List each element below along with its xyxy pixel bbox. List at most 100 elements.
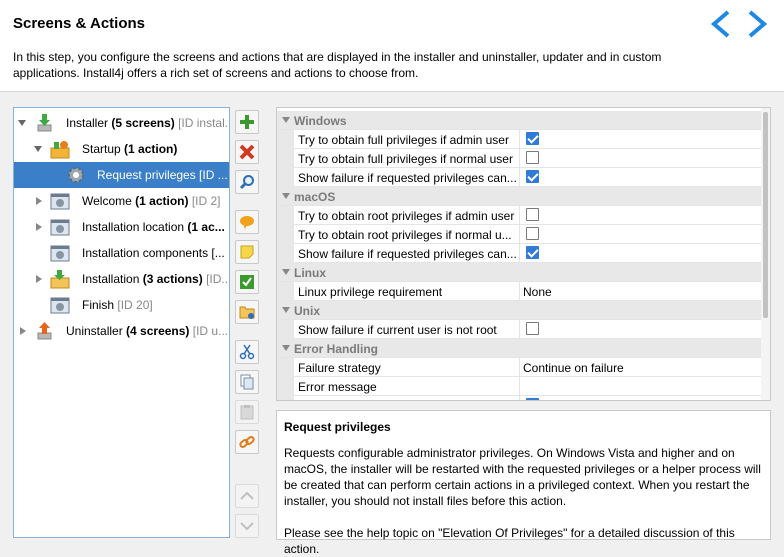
property-name: Linux privilege requirement	[298, 285, 443, 299]
expand-icon[interactable]	[36, 197, 42, 205]
collapse-icon[interactable]	[18, 120, 26, 126]
gear-icon	[66, 165, 86, 185]
tree-item-id: [ID u...	[192, 324, 229, 338]
screen-icon	[50, 191, 70, 211]
tree-item-id: [ID 2]	[191, 194, 221, 208]
cut-button[interactable]	[235, 340, 259, 364]
collapse-icon[interactable]	[282, 307, 290, 313]
property-name: Failure strategy	[298, 361, 381, 375]
folder-button[interactable]	[235, 300, 259, 324]
property-row[interactable]: Try to obtain root privileges if normal …	[277, 225, 770, 244]
property-grid[interactable]: Windows Try to obtain full privileges if…	[276, 107, 771, 401]
screen-icon	[50, 295, 70, 315]
scrollbar[interactable]	[761, 108, 770, 400]
property-value[interactable]: Continue on failure	[523, 361, 624, 375]
checkbox[interactable]	[526, 246, 539, 259]
category-unix[interactable]: Unix	[277, 301, 770, 320]
tree-item-label: Installer	[66, 116, 109, 130]
paste-icon	[240, 405, 254, 420]
help-title: Request privileges	[284, 420, 391, 434]
category-linux[interactable]: Linux	[277, 263, 770, 282]
help-body: Requests configurable administrator priv…	[284, 446, 761, 508]
collapse-icon[interactable]	[34, 146, 42, 152]
tree-item-installation[interactable]: Installation (3 actions) [ID...	[14, 266, 229, 292]
category-macos[interactable]: macOS	[277, 187, 770, 206]
page-description: In this step, you configure the screens …	[13, 50, 662, 80]
check-button[interactable]	[235, 270, 259, 294]
expand-icon[interactable]	[36, 223, 42, 231]
tree-item-count: (1 ac...	[187, 220, 225, 234]
startup-icon	[50, 139, 70, 159]
collapse-icon[interactable]	[282, 345, 290, 351]
comment-button[interactable]	[235, 210, 259, 234]
tree-item-id: [ID 20]	[117, 298, 153, 312]
property-row[interactable]: Show failure if requested privileges can…	[277, 244, 770, 263]
chevron-down-icon	[240, 522, 254, 531]
checkbox[interactable]	[526, 322, 539, 335]
chevron-up-icon	[240, 491, 254, 500]
installer-icon	[34, 113, 54, 133]
page-title: Screens & Actions	[13, 15, 145, 32]
tree-item-installation-location[interactable]: Installation location (1 ac...	[14, 214, 229, 240]
property-row[interactable]: Show failure if current user is not root	[277, 320, 770, 339]
tree-item-finish[interactable]: Finish [ID 20]	[14, 292, 229, 318]
scrollbar-thumb[interactable]	[763, 112, 768, 318]
delete-button[interactable]	[235, 140, 259, 164]
property-row[interactable]: Show failure if requested privileges can…	[277, 168, 770, 187]
back-arrow-icon[interactable]	[708, 9, 732, 39]
note-button[interactable]	[235, 240, 259, 264]
tree-item-count: (1 action)	[135, 194, 189, 208]
comment-icon	[240, 216, 254, 229]
tree-item-welcome[interactable]: Welcome (1 action) [ID 2]	[14, 188, 229, 214]
property-row[interactable]: Error message	[277, 377, 770, 396]
property-row[interactable]: Try to obtain full privileges if admin u…	[277, 130, 770, 149]
paste-button[interactable]	[235, 400, 259, 424]
tree-item-label: Installation	[82, 272, 140, 286]
tree-item-request-privileges[interactable]: Request privileges [ID ...	[14, 162, 229, 188]
tree-item-count: (1 action)	[124, 142, 178, 156]
collapse-icon[interactable]	[282, 117, 290, 123]
collapse-icon[interactable]	[282, 193, 290, 199]
property-row[interactable]	[277, 396, 770, 400]
tree-item-installation-components[interactable]: Installation components [...	[14, 240, 229, 266]
expand-icon[interactable]	[36, 275, 42, 283]
add-button[interactable]	[235, 110, 259, 134]
tree-item-startup[interactable]: Startup (1 action)	[14, 136, 229, 162]
checkbox[interactable]	[526, 151, 539, 164]
link-button[interactable]	[235, 430, 259, 454]
plus-icon	[240, 115, 254, 129]
move-up-button[interactable]	[235, 484, 259, 508]
tree-item-id: [ID...	[206, 272, 229, 286]
category-windows[interactable]: Windows	[277, 111, 770, 130]
tree-item-uninstaller[interactable]: Uninstaller (4 screens) [ID u...	[14, 318, 229, 344]
copy-button[interactable]	[235, 370, 259, 394]
checkbox[interactable]	[526, 398, 539, 400]
tree-item-label: Finish	[82, 298, 115, 312]
search-icon	[239, 175, 254, 190]
property-row[interactable]: Try to obtain root privileges if admin u…	[277, 206, 770, 225]
property-row[interactable]: Failure strategy Continue on failure	[277, 358, 770, 377]
checkbox[interactable]	[526, 227, 539, 240]
screen-icon	[50, 217, 70, 237]
help-footer: Please see the help topic on "Elevation …	[284, 526, 735, 556]
tree-item-installer[interactable]: Installer (5 screens) [ID instal...	[14, 110, 229, 136]
property-value[interactable]: None	[523, 285, 552, 299]
search-button[interactable]	[235, 170, 259, 194]
property-row[interactable]: Linux privilege requirement None	[277, 282, 770, 301]
property-row[interactable]: Try to obtain full privileges if normal …	[277, 149, 770, 168]
tree-item-id: [ID instal...	[178, 116, 229, 130]
expand-icon[interactable]	[20, 327, 26, 335]
collapse-icon[interactable]	[282, 269, 290, 275]
move-down-button[interactable]	[235, 514, 259, 538]
forward-arrow-icon[interactable]	[746, 9, 770, 39]
property-name: Error message	[298, 380, 377, 394]
checkbox[interactable]	[526, 170, 539, 183]
close-icon	[239, 144, 255, 160]
checkbox[interactable]	[526, 208, 539, 221]
category-error-handling[interactable]: Error Handling	[277, 339, 770, 358]
property-name: Try to obtain full privileges if admin u…	[298, 133, 509, 147]
checkbox[interactable]	[526, 132, 539, 145]
folder-icon	[239, 306, 255, 319]
property-name: Show failure if requested privileges can…	[298, 247, 517, 261]
screens-tree[interactable]: Installer (5 screens) [ID instal... Star…	[13, 107, 230, 538]
